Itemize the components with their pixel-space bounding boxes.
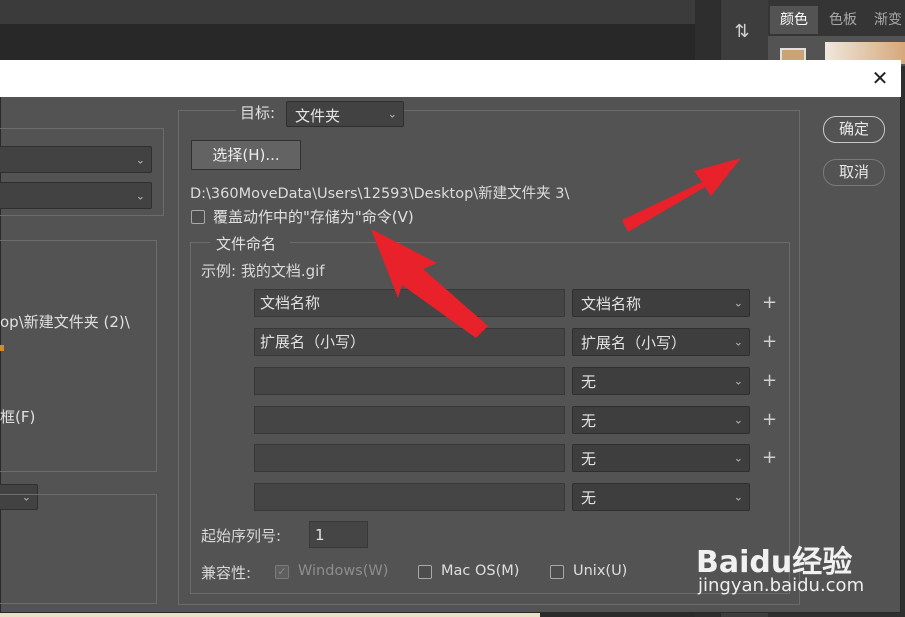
errors-group <box>0 494 157 604</box>
destination-select-value: 文件夹 <box>295 107 341 125</box>
windows-label[interactable]: Windows(W) <box>298 563 388 579</box>
naming-select-value: 扩展名（小写） <box>581 334 687 352</box>
naming-select-value: 无 <box>581 450 597 468</box>
destination-select[interactable]: 文件夹 ⌄ <box>286 101 404 127</box>
source-select[interactable]: ⌄ <box>0 146 152 173</box>
chevron-down-icon: ⌄ <box>733 490 743 504</box>
naming-field-6[interactable] <box>254 483 565 511</box>
set-select[interactable]: ⌄ <box>0 182 152 209</box>
close-icon[interactable]: ✕ <box>866 64 894 92</box>
naming-select-1[interactable]: 文档名称 ⌄ <box>572 289 750 317</box>
naming-field-5[interactable] <box>254 444 565 472</box>
file-naming-title: 文件命名 <box>216 235 277 253</box>
naming-field-4[interactable] <box>254 406 565 434</box>
naming-select-6[interactable]: 无 ⌄ <box>572 483 750 511</box>
destination-label: 目标: <box>240 104 276 122</box>
naming-select-2[interactable]: 扩展名（小写） ⌄ <box>572 328 750 356</box>
add-row-icon[interactable]: + <box>762 293 777 313</box>
serial-label: 起始序列号: <box>201 527 282 545</box>
naming-field-1[interactable]: 文档名称 <box>254 289 565 317</box>
tab-gradient[interactable]: 渐变 <box>868 6 905 34</box>
history-brush-icon[interactable]: ⇅ <box>731 20 753 44</box>
naming-field-2[interactable]: 扩展名（小写） <box>254 328 565 356</box>
warning-mark <box>0 345 4 351</box>
naming-select-value: 无 <box>581 373 597 391</box>
chevron-down-icon: ⌄ <box>733 335 743 349</box>
watermark-url: jingyan.baidu.com <box>698 575 865 596</box>
override-save-as-checkbox[interactable] <box>191 210 205 224</box>
serial-input[interactable]: 1 <box>309 521 368 548</box>
naming-select-value: 文档名称 <box>581 295 642 313</box>
dialog-titlebar <box>0 60 901 97</box>
app-top-strip <box>0 0 720 24</box>
tab-swatches[interactable]: 色板 <box>818 6 868 34</box>
suppress-dialog-label[interactable]: 框(F) <box>0 406 35 427</box>
source-path-text: op\新建文件夹 (2)\ <box>0 313 130 331</box>
add-row-icon[interactable]: + <box>762 448 777 468</box>
cancel-button[interactable]: 取消 <box>823 159 885 186</box>
add-row-icon[interactable]: + <box>762 371 777 391</box>
chevron-down-icon: ⌄ <box>733 374 743 388</box>
add-row-icon[interactable]: + <box>762 410 777 430</box>
chevron-down-icon: ⌄ <box>733 296 743 310</box>
tab-color[interactable]: 颜色 <box>770 6 818 34</box>
chevron-down-icon: ⌄ <box>135 153 145 166</box>
choose-folder-button[interactable]: 选择(H)... <box>191 140 301 170</box>
override-save-as-label[interactable]: 覆盖动作中的"存储为"命令(V) <box>213 206 414 227</box>
app-canvas-area <box>0 24 695 60</box>
windows-checkbox[interactable]: ✓ <box>275 565 289 579</box>
naming-example: 示例: 我的文档.gif <box>201 262 325 280</box>
ok-button[interactable]: 确定 <box>823 116 885 143</box>
naming-select-4[interactable]: 无 ⌄ <box>572 406 750 434</box>
naming-field-3[interactable] <box>254 367 565 395</box>
chevron-down-icon: ⌄ <box>135 189 145 202</box>
chevron-down-icon: ⌄ <box>387 107 397 121</box>
chevron-down-icon: ⌄ <box>733 451 743 465</box>
naming-select-value: 无 <box>581 412 597 430</box>
mac-os-label[interactable]: Mac OS(M) <box>441 563 519 579</box>
mac-os-checkbox[interactable] <box>418 565 432 579</box>
unix-checkbox[interactable] <box>550 565 564 579</box>
destination-path: D:\360MoveData\Users\12593\Desktop\新建文件夹… <box>190 186 570 202</box>
compat-label: 兼容性: <box>201 564 252 582</box>
unix-label[interactable]: Unix(U) <box>573 563 627 579</box>
naming-select-value: 无 <box>581 489 597 507</box>
options-group <box>0 240 157 472</box>
chevron-down-icon: ⌄ <box>733 413 743 427</box>
add-row-icon[interactable]: + <box>762 332 777 352</box>
naming-select-5[interactable]: 无 ⌄ <box>572 444 750 472</box>
naming-select-3[interactable]: 无 ⌄ <box>572 367 750 395</box>
